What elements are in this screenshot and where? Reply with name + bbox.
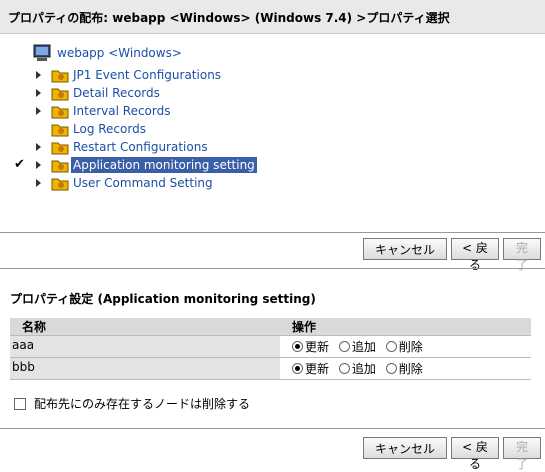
- row-operations: 更新 追加 削除: [280, 357, 531, 380]
- radio-update[interactable]: [292, 363, 303, 374]
- tree-item-jp1-event-configurations[interactable]: JP1 Event Configurations: [0, 66, 545, 84]
- back-button[interactable]: < 戻る: [451, 238, 499, 272]
- tree-item-label[interactable]: JP1 Event Configurations: [73, 67, 221, 83]
- cancel-button[interactable]: キャンセル: [363, 437, 447, 459]
- property-folder-icon: [51, 88, 69, 101]
- tree-item-label[interactable]: Restart Configurations: [73, 139, 208, 155]
- option-label: 追加: [351, 362, 376, 376]
- cancel-button[interactable]: キャンセル: [363, 238, 447, 260]
- divider: [0, 232, 545, 233]
- column-header-name: 名称: [10, 318, 280, 336]
- table-row: aaa 更新 追加 削除: [10, 335, 531, 358]
- tree-root[interactable]: webapp <Windows>: [33, 44, 182, 62]
- expand-arrow-icon[interactable]: [36, 179, 41, 187]
- done-button[interactable]: 完了: [503, 238, 541, 272]
- option-label: 削除: [398, 362, 423, 376]
- option-label: 削除: [398, 340, 423, 354]
- table-header-row: 名称 操作: [10, 318, 531, 336]
- title-bar: プロパティの配布: webapp <Windows> (Windows 7.4)…: [0, 0, 545, 34]
- property-settings-table: 名称 操作 aaa 更新 追加 削除 bbb 更新 追加 削除: [10, 318, 531, 380]
- row-operations: 更新 追加 削除: [280, 335, 531, 358]
- tree-root-label[interactable]: webapp <Windows>: [57, 46, 182, 60]
- expand-arrow-icon[interactable]: [36, 161, 41, 169]
- property-folder-icon: [51, 106, 69, 119]
- tree-item-interval-records[interactable]: Interval Records: [0, 102, 545, 120]
- tree-item-label[interactable]: Application monitoring setting: [71, 157, 257, 173]
- tree-item-label[interactable]: Log Records: [73, 121, 146, 137]
- property-folder-icon: [51, 124, 69, 137]
- option-label: 更新: [305, 340, 330, 354]
- radio-delete[interactable]: [385, 341, 397, 352]
- expand-arrow-icon[interactable]: [36, 107, 41, 115]
- radio-update[interactable]: [292, 341, 303, 352]
- check-mark-icon: ✔: [14, 157, 25, 172]
- page-title: プロパティの配布: webapp <Windows> (Windows 7.4)…: [8, 11, 450, 25]
- property-folder-icon: [51, 178, 69, 191]
- option-delete[interactable]: 削除: [385, 340, 423, 354]
- radio-add[interactable]: [338, 363, 350, 374]
- tree-item-label[interactable]: User Command Setting: [73, 175, 213, 191]
- option-label: 更新: [305, 362, 330, 376]
- option-update[interactable]: 更新: [292, 340, 329, 354]
- option-delete[interactable]: 削除: [385, 362, 423, 376]
- option-label: 追加: [351, 340, 376, 354]
- section-title: プロパティ設定 (Application monitoring setting): [10, 292, 316, 306]
- computer-icon: [33, 44, 51, 61]
- delete-nodes-checkbox[interactable]: [14, 397, 26, 410]
- property-folder-icon: [51, 142, 69, 155]
- expand-arrow-icon[interactable]: [36, 143, 41, 151]
- back-button[interactable]: < 戻る: [451, 437, 499, 471]
- expand-arrow-icon[interactable]: [36, 71, 41, 79]
- tree-item-log-records[interactable]: Log Records: [0, 120, 545, 138]
- tree-item-detail-records[interactable]: Detail Records: [0, 84, 545, 102]
- done-button[interactable]: 完了: [503, 437, 541, 471]
- tree-item-restart-configurations[interactable]: Restart Configurations: [0, 138, 545, 156]
- radio-delete[interactable]: [385, 363, 397, 374]
- top-button-row: キャンセル < 戻る 完了: [363, 238, 541, 272]
- row-name: aaa: [10, 335, 280, 358]
- column-header-ops: 操作: [280, 318, 531, 336]
- property-folder-icon: [51, 70, 69, 83]
- tree-item-application-monitoring-setting[interactable]: ✔ Application monitoring setting: [0, 156, 545, 174]
- radio-add[interactable]: [338, 341, 350, 352]
- property-folder-icon: [51, 160, 69, 173]
- divider: [0, 268, 545, 269]
- row-name: bbb: [10, 357, 280, 380]
- option-update[interactable]: 更新: [292, 362, 329, 376]
- table-row: bbb 更新 追加 削除: [10, 357, 531, 380]
- tree-item-user-command-setting[interactable]: User Command Setting: [0, 174, 545, 192]
- tree-item-label[interactable]: Detail Records: [73, 85, 160, 101]
- divider: [0, 428, 545, 429]
- option-add[interactable]: 追加: [338, 362, 376, 376]
- tree-item-label[interactable]: Interval Records: [73, 103, 170, 119]
- bottom-button-row: キャンセル < 戻る 完了: [363, 437, 541, 471]
- checkbox-label: 配布先にのみ存在するノードは削除する: [34, 397, 251, 411]
- expand-arrow-icon[interactable]: [36, 89, 41, 97]
- option-add[interactable]: 追加: [338, 340, 376, 354]
- delete-only-in-target-option[interactable]: 配布先にのみ存在するノードは削除する: [14, 395, 250, 412]
